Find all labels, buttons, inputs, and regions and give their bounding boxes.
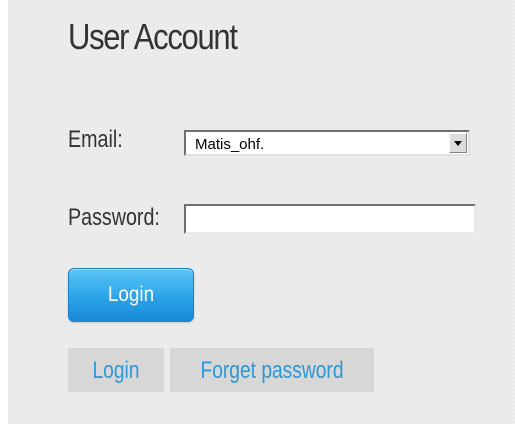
forget-password-link[interactable]: Forget password: [170, 348, 374, 392]
email-label: Email:: [68, 126, 123, 153]
email-select-value: Matis_ohf.: [195, 136, 265, 153]
password-field[interactable]: [184, 204, 476, 234]
page-title: User Account: [68, 16, 238, 57]
user-account-panel: User Account Email: Matis_ohf. Password:…: [8, 0, 515, 424]
login-link-label: Login: [92, 357, 140, 384]
password-label: Password:: [68, 204, 160, 231]
login-button-label: Login: [107, 283, 155, 306]
email-select[interactable]: Matis_ohf.: [184, 130, 470, 156]
email-select-button[interactable]: [449, 133, 467, 153]
login-button[interactable]: Login: [68, 268, 194, 322]
forget-password-link-label: Forget password: [200, 357, 344, 384]
chevron-down-icon: [454, 141, 462, 146]
login-link[interactable]: Login: [68, 348, 164, 392]
